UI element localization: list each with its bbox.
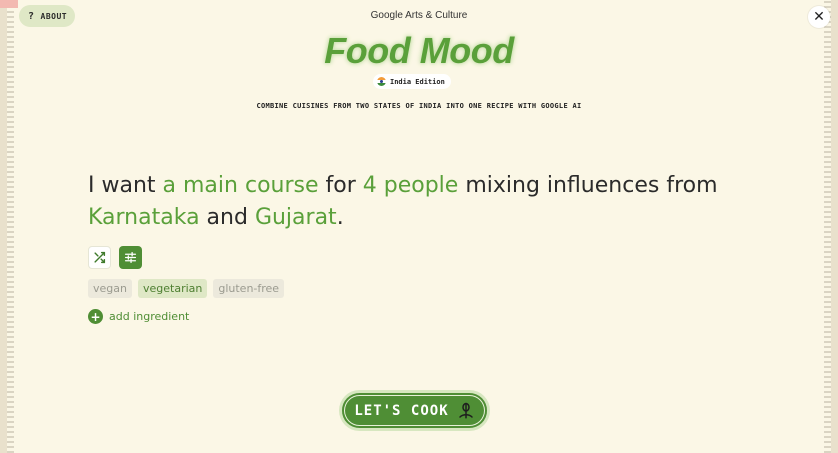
- brand-name: Google Arts & Culture: [370, 10, 468, 21]
- shuffle-icon: [94, 251, 106, 264]
- filters-button[interactable]: [119, 246, 142, 269]
- whisk-icon: [458, 402, 473, 418]
- sentence-text: for: [318, 173, 363, 198]
- add-ingredient-label: add ingredient: [109, 310, 190, 323]
- tag-vegetarian[interactable]: vegetarian: [137, 279, 208, 298]
- people-selector[interactable]: 4 people: [363, 173, 459, 198]
- shuffle-button[interactable]: [88, 246, 111, 269]
- corner-marker: [0, 0, 18, 8]
- sentence-text: .: [336, 205, 344, 230]
- state-selector-2[interactable]: Gujarat: [255, 205, 337, 230]
- state-selector-1[interactable]: Karnataka: [88, 205, 200, 230]
- control-row: [88, 246, 142, 269]
- cook-label: LET'S COOK: [354, 402, 449, 419]
- tag-vegan[interactable]: vegan: [88, 279, 132, 298]
- edition-label: India Edition: [390, 77, 445, 86]
- recipe-sentence: I want a main course for 4 people mixing…: [88, 170, 728, 234]
- diet-tags: vegan vegetarian gluten-free: [88, 279, 285, 298]
- course-selector[interactable]: a main course: [163, 173, 319, 198]
- sentence-text: I want: [88, 173, 163, 198]
- tagline: COMBINE CUISINES FROM TWO STATES OF INDI…: [256, 102, 582, 110]
- india-flag-icon: [377, 77, 386, 86]
- page-title: Food Mood: [324, 30, 514, 71]
- plus-icon: +: [88, 309, 103, 324]
- sentence-text: and: [199, 205, 255, 230]
- sliders-icon: [124, 251, 137, 264]
- add-ingredient-button[interactable]: + add ingredient: [88, 309, 189, 324]
- lets-cook-button[interactable]: LET'S COOK: [342, 393, 487, 428]
- tag-gluten-free[interactable]: gluten-free: [213, 279, 285, 298]
- cook-button-frame: LET'S COOK: [339, 390, 490, 431]
- edition-badge: India Edition: [373, 74, 451, 89]
- sentence-text: mixing influences from: [458, 173, 718, 198]
